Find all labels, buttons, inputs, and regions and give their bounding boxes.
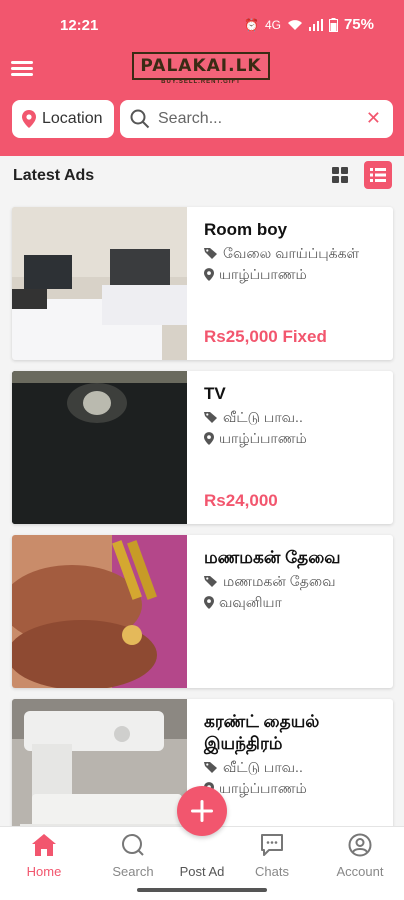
tag-icon	[204, 576, 217, 587]
ad-category-label: வேலை வாய்ப்புக்கள்	[223, 245, 360, 261]
wifi-icon	[287, 19, 302, 30]
app-header: 12:21 ⏰ 4G 75% PALAKAI.LK BUY.SELL.RENT.…	[0, 0, 404, 156]
ad-category: மணமகன் தேவை	[204, 572, 389, 590]
ad-card-room-boy[interactable]: Room boy வேலை வாய்ப்புக்கள் யாழ்ப்பாணம் …	[12, 207, 393, 360]
nav-home-label: Home	[26, 864, 62, 879]
nav-home[interactable]: Home	[9, 833, 79, 879]
ad-category: வீட்டு பாவ..	[204, 758, 389, 776]
status-icons: ⏰ 4G 75%	[244, 16, 374, 33]
ad-image	[12, 371, 187, 524]
network-type: 4G	[264, 17, 281, 32]
battery-level: 75%	[343, 16, 374, 33]
status-time: 12:21	[60, 17, 99, 34]
battery-icon	[328, 17, 338, 32]
app-logo: PALAKAI.LK BUY.SELL.RENT.GIFT	[116, 52, 286, 86]
home-indicator	[137, 888, 267, 892]
section-title: Latest Ads	[13, 167, 95, 184]
plus-icon	[191, 800, 213, 822]
ad-image	[12, 207, 187, 360]
ad-location: யாழ்ப்பாணம்	[204, 779, 389, 797]
alarm-icon: ⏰	[244, 17, 259, 32]
post-ad-button[interactable]	[177, 786, 227, 836]
search-input[interactable]	[158, 110, 348, 128]
ad-category: வேலை வாய்ப்புக்கள்	[204, 244, 389, 262]
location-pin-icon	[22, 110, 36, 128]
menu-icon[interactable]	[10, 58, 36, 78]
location-pin-icon	[204, 267, 214, 281]
ad-details: Room boy வேலை வாய்ப்புக்கள் யாழ்ப்பாணம்	[204, 219, 389, 283]
status-bar: 12:21 ⏰ 4G 75%	[0, 0, 404, 52]
grid-icon	[332, 167, 348, 183]
search-icon	[122, 834, 144, 856]
ad-location-label: யாழ்ப்பாணம்	[219, 266, 307, 282]
ad-card-tv[interactable]: TV வீட்டு பாவ.. யாழ்ப்பாணம் Rs24,000	[12, 371, 393, 524]
logo-text: PALAKAI.LK	[132, 52, 270, 80]
location-pin-icon	[204, 431, 214, 445]
signal-icon	[308, 18, 323, 31]
ad-category-label: மணமகன் தேவை	[223, 573, 336, 589]
home-icon	[32, 834, 56, 856]
tag-icon	[204, 762, 217, 773]
ad-location: யாழ்ப்பாணம்	[204, 265, 389, 283]
ad-price: Rs25,000 Fixed	[204, 327, 327, 346]
nav-chats[interactable]: Chats	[237, 833, 307, 879]
list-icon	[370, 168, 386, 182]
ad-title: TV	[204, 384, 226, 403]
ad-category: வீட்டு பாவ..	[204, 408, 389, 426]
nav-account[interactable]: Account	[325, 833, 395, 879]
ad-location-label: யாழ்ப்பாணம்	[219, 430, 307, 446]
search-bar[interactable]: ✕	[120, 100, 393, 138]
ad-image	[12, 535, 187, 688]
ad-category-label: வீட்டு பாவ..	[223, 409, 303, 425]
post-ad-label: Post Ad	[179, 864, 225, 879]
nav-chats-label: Chats	[255, 864, 289, 879]
ad-card-groom-wanted[interactable]: மணமகன் தேவை மணமகன் தேவை வவுனியா	[12, 535, 393, 688]
ad-location-label: யாழ்ப்பாணம்	[219, 780, 307, 796]
ad-location: யாழ்ப்பாணம்	[204, 429, 389, 447]
ad-title: Room boy	[204, 220, 288, 239]
list-view-button[interactable]	[364, 161, 392, 189]
ad-details: கரண்ட் தையல் இயந்திரம் வீட்டு பாவ.. யாழ்…	[204, 711, 389, 797]
chat-icon	[261, 834, 283, 856]
tag-icon	[204, 412, 217, 423]
ad-title: மணமகன் தேவை	[204, 548, 341, 567]
ad-location-label: வவுனியா	[219, 594, 282, 610]
search-icon	[130, 109, 150, 129]
account-icon	[348, 833, 372, 857]
ad-details: மணமகன் தேவை மணமகன் தேவை வவுனியா	[204, 547, 389, 611]
nav-search[interactable]: Search	[98, 833, 168, 879]
tag-icon	[204, 248, 217, 259]
ad-price: Rs24,000	[204, 491, 278, 510]
ad-title: கரண்ட் தையல் இயந்திரம்	[204, 712, 320, 753]
nav-search-label: Search	[112, 864, 154, 879]
location-button[interactable]: Location	[12, 100, 114, 138]
ad-details: TV வீட்டு பாவ.. யாழ்ப்பாணம்	[204, 383, 389, 447]
nav-account-label: Account	[336, 864, 384, 879]
location-label: Location	[42, 110, 103, 127]
ad-category-label: வீட்டு பாவ..	[223, 759, 303, 775]
grid-view-button[interactable]	[326, 161, 354, 189]
location-pin-icon	[204, 595, 214, 609]
ad-location: வவுனியா	[204, 593, 389, 611]
close-icon[interactable]: ✕	[366, 108, 381, 129]
